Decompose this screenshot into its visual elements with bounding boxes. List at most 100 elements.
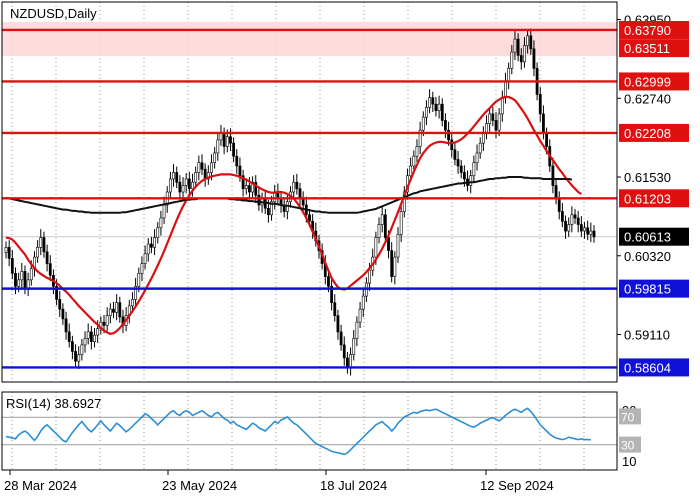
candle-body [377,224,381,238]
candle-body [118,302,122,318]
candle-body [564,220,567,232]
candle-body [579,224,583,232]
candle-body [74,351,77,362]
candle-body [229,136,232,144]
candle-body [431,97,435,105]
candle-body [29,268,33,281]
candle-body [545,133,548,147]
candle-body [532,48,536,69]
candle-body [396,233,400,258]
support-label: 0.58604 [624,360,671,375]
candle-body [295,181,299,190]
candle-body [175,172,179,183]
candle-body [172,172,175,180]
candle-body [412,155,416,167]
candle-body [235,155,239,167]
candle-body [225,136,229,147]
candle-body [105,315,109,326]
candle-body [187,178,191,190]
chart-title: NZDUSD,Daily [10,6,97,21]
candle-body [415,146,419,157]
candle-body [131,299,134,307]
candle-body [333,302,337,316]
candle-body [589,230,593,235]
time-tick-label: 12 Sep 2024 [480,478,554,493]
candle-body [197,162,201,173]
candle-body [475,152,479,164]
candle-body [557,198,561,212]
candle-body [538,94,542,115]
candle-body [573,214,577,219]
candle-body [219,133,223,141]
candle-body [210,162,213,173]
candle-body [137,273,141,287]
candle-body [238,165,242,177]
time-tick-label: 18 Jul 2024 [320,478,387,493]
candle-body [194,172,198,183]
price-tick-label: 0.62740 [624,91,671,106]
candle-body [146,243,150,255]
candle-body [168,178,172,193]
candle-body [592,230,596,238]
candle-body [393,256,397,277]
candle-body [150,243,153,248]
candle-body [140,263,144,274]
candle-body [42,237,46,253]
candle-body [200,162,204,170]
candle-body [70,341,74,352]
candle-body [342,344,346,359]
candle-body [58,299,62,310]
candle-body [162,204,166,219]
candle-body [437,103,441,111]
candle-body [159,217,163,229]
candle-body [339,331,343,346]
rsi-level-70-label: 70 [621,410,635,424]
candle-body [526,35,530,46]
rsi-tick-label: 10 [622,454,636,469]
candle-body [434,103,438,111]
candle-body [191,181,194,190]
candle-body [425,107,428,118]
candle-body [507,68,511,82]
candle-body [440,103,444,121]
candle-body [349,354,352,368]
candle-body [560,211,564,222]
candle-body [248,185,251,193]
candle-body [516,38,520,56]
candle-body [48,263,52,276]
candle-body [421,116,425,131]
candle-body [39,237,43,248]
candle-body [86,331,90,339]
price-tick-label: 0.59110 [624,328,670,343]
candle-body [266,207,270,216]
candle-body [586,227,590,235]
candle-body [481,133,485,144]
time-tick-label: 23 May 2024 [162,478,237,493]
candle-body [36,247,40,258]
candle-body [20,271,24,281]
candle-body [216,139,220,154]
candle-body [576,217,580,225]
candle-body [409,165,413,177]
candle-body [102,321,106,326]
price-tick-label: 0.61530 [624,170,671,185]
candle-body [355,321,359,339]
candle-body [469,175,473,186]
candle-body [570,214,574,225]
price-tick-label: 0.60320 [624,249,671,264]
candle-body [213,152,217,164]
candle-body [64,318,68,333]
rsi-level-30-label: 30 [621,439,635,453]
candle-body [80,344,84,355]
candle-body [10,258,14,274]
candle-body [583,227,586,232]
candle-body [244,185,248,190]
price-chart[interactable]: 90703010 0.639500.627400.615300.603200.5… [0,0,700,500]
candle-body [292,181,296,193]
candle-body [83,338,87,346]
candle-body [551,165,555,186]
candle-body [497,113,501,131]
candle-body [361,295,365,310]
candle-body [89,331,93,342]
resistance-label: 0.62999 [624,74,671,89]
